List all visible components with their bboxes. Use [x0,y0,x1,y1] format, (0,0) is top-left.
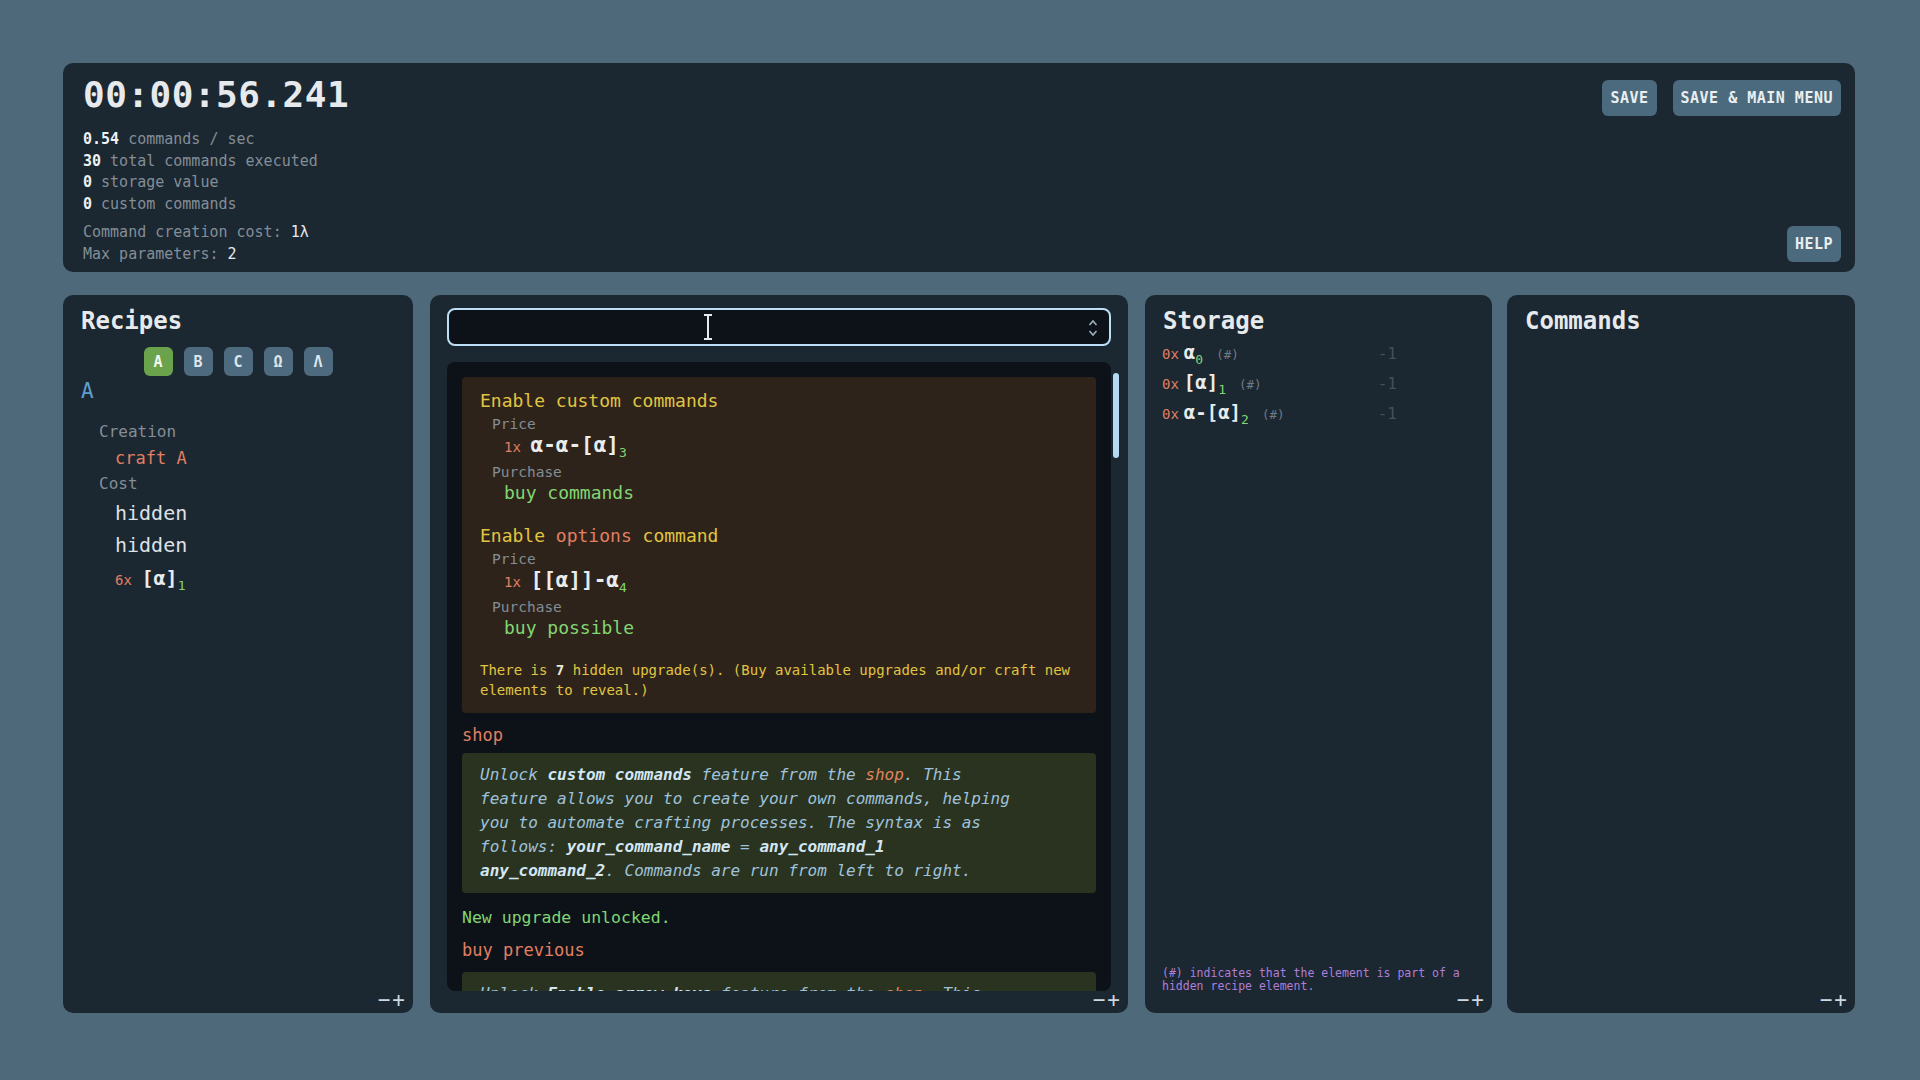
recipes-title: Recipes [81,307,182,335]
storage-row: 0xα0(#)-1 [1162,341,1475,371]
creation-label: Creation [81,419,187,445]
storage-panel: Storage 0xα0(#)-1 0x[α]1(#)-1 0xα-[α]2(#… [1145,295,1492,1013]
help-button[interactable]: HELP [1787,226,1841,262]
save-main-menu-button[interactable]: SAVE & MAIN MENU [1673,80,1842,116]
command-creation-cost: Command creation cost: 1λ [83,221,309,243]
upgrade-price: 1x α-α-[α]3 [480,433,1078,460]
panel-zoom-controls[interactable]: −+ [1457,988,1486,1012]
tab-element-lambda[interactable]: Λ [304,347,333,376]
stat-storage-value: 0 storage value [83,172,318,194]
info-card: Unlock custom commands feature from the … [462,753,1096,893]
cost-item-hidden: hidden [81,497,187,529]
hidden-upgrades-notice: There is 7 hidden upgrade(s). (Buy avail… [480,660,1078,700]
purchase-label: Purchase [480,463,1078,481]
recipe-element-name: A [81,379,94,403]
tab-element-c[interactable]: C [224,347,253,376]
stat-custom-commands: 0 custom commands [83,194,318,216]
craft-command[interactable]: craft A [81,445,187,471]
storage-row: 0xα-[α]2(#)-1 [1162,401,1475,431]
purchase-label: Purchase [480,598,1078,616]
commands-panel: Commands −+ [1507,295,1855,1013]
zoom-in-button[interactable]: + [1471,988,1486,1012]
costs-block: Command creation cost: 1λ Max parameters… [83,221,309,265]
price-label: Price [480,415,1078,433]
recipes-panel: Recipes A B C Ω Λ A Creation craft A Cos… [63,295,413,1013]
tab-element-omega[interactable]: Ω [264,347,293,376]
upgrade-title: Enable custom commands [480,390,1078,412]
recipe-details: Creation craft A Cost hidden hidden 6x [… [81,419,187,598]
buy-commands-link[interactable]: buy commands [480,481,1078,505]
price-label: Price [480,550,1078,568]
cost-item-hidden: hidden [81,529,187,561]
storage-row: 0x[α]1(#)-1 [1162,371,1475,401]
zoom-out-button[interactable]: − [1093,988,1108,1012]
tab-element-b[interactable]: B [184,347,213,376]
session-timer: 00:00:56.241 [83,74,349,115]
hidden-recipe-footnote: (#) indicates that the element is part o… [1162,967,1460,993]
upgrade-price: 1x [[α]]-α4 [480,568,1078,595]
command-input[interactable] [447,308,1111,346]
tab-element-a[interactable]: A [144,347,173,376]
new-upgrade-message: New upgrade unlocked. [462,907,1096,928]
stat-commands-per-sec: 0.54 commands / sec [83,129,318,151]
cost-item: 6x [α]1 [81,561,187,598]
upgrade-title: Enable options command [480,525,1078,547]
text-cursor-icon [707,316,709,338]
zoom-in-button[interactable]: + [1834,988,1849,1012]
recipes-tabs: A B C Ω Λ [63,347,413,376]
combobox-spinner-icon[interactable] [1087,318,1099,338]
zoom-in-button[interactable]: + [392,988,407,1012]
shop-link[interactable]: shop [462,725,1096,745]
shop-panel: Enable custom commands Price 1x α-α-[α]3… [430,295,1128,1013]
stat-total-commands: 30 total commands executed [83,151,318,173]
max-parameters: Max parameters: 2 [83,243,309,265]
zoom-out-button[interactable]: − [1820,988,1835,1012]
buy-previous-link[interactable]: buy previous [462,940,1096,961]
panel-zoom-controls[interactable]: −+ [1093,988,1122,1012]
storage-list: 0xα0(#)-1 0x[α]1(#)-1 0xα-[α]2(#)-1 [1162,341,1475,431]
stats-block: 0.54 commands / sec 30 total commands ex… [83,129,318,215]
commands-title: Commands [1525,307,1641,335]
header-panel: 00:00:56.241 0.54 commands / sec 30 tota… [63,63,1855,272]
save-button[interactable]: SAVE [1602,80,1656,116]
storage-title: Storage [1163,307,1264,335]
panel-zoom-controls[interactable]: −+ [378,988,407,1012]
panel-zoom-controls[interactable]: −+ [1820,988,1849,1012]
shop-log-scrollarea[interactable]: Enable custom commands Price 1x α-α-[α]3… [447,362,1111,991]
zoom-out-button[interactable]: − [378,988,393,1012]
cost-label: Cost [81,471,187,497]
buy-possible-link[interactable]: buy possible [480,616,1078,640]
zoom-in-button[interactable]: + [1107,988,1122,1012]
upgrades-card: Enable custom commands Price 1x α-α-[α]3… [462,377,1096,713]
info-card-partial: Unlock Enable arrow keys feature from th… [462,972,1096,991]
zoom-out-button[interactable]: − [1457,988,1472,1012]
scrollbar-thumb[interactable] [1113,373,1119,458]
